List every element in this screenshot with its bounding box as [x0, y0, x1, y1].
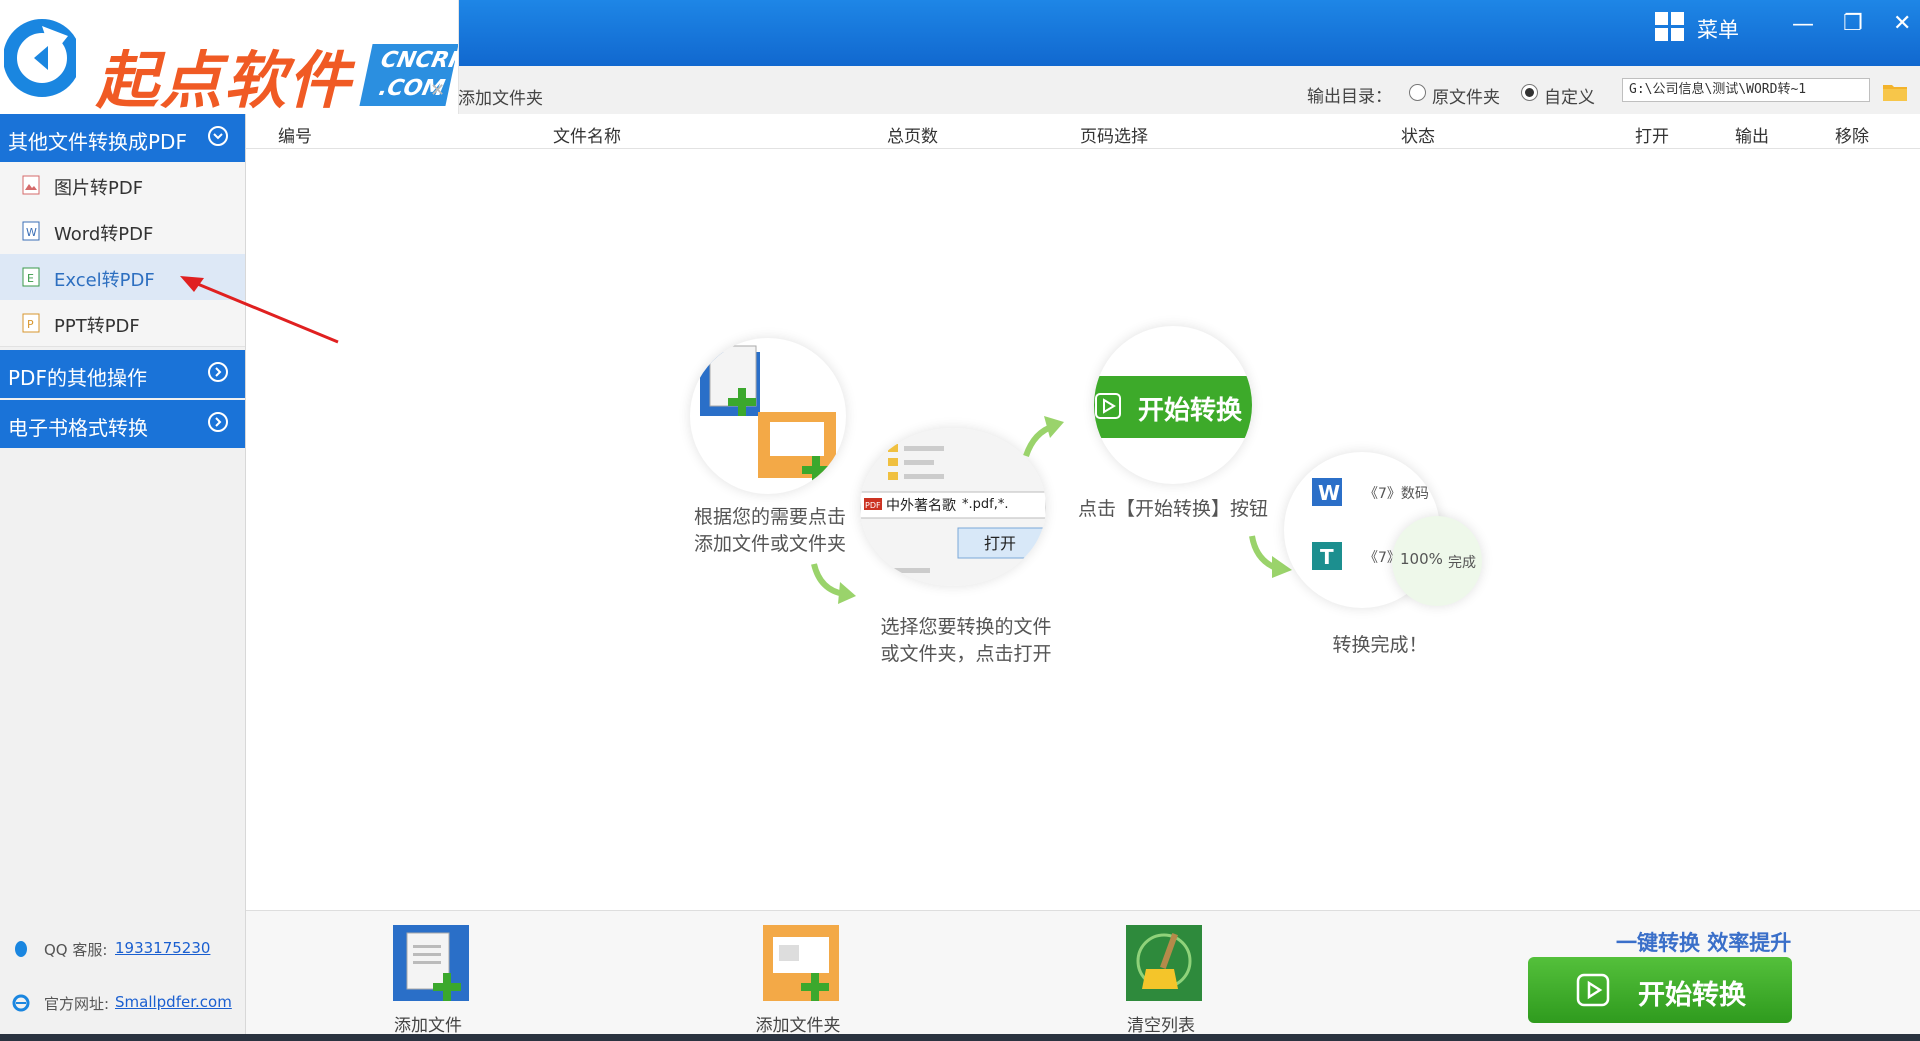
qq-icon — [15, 941, 27, 957]
svg-text:T: T — [1320, 545, 1334, 569]
logo-close-icon: ✕ — [430, 80, 446, 101]
output-dir-label: 输出目录： — [1307, 87, 1392, 107]
col-remove: 移除 — [1835, 127, 1869, 147]
col-output: 输出 — [1735, 127, 1769, 147]
os-taskbar — [0, 1034, 1920, 1041]
sidebar-item-label: PPT转PDF — [54, 316, 140, 337]
ie-browser-icon — [12, 994, 30, 1012]
qq-link[interactable]: 1933175230 — [115, 939, 210, 957]
step2-text: 选择您要转换的文件 或文件夹，点击打开 — [880, 616, 1052, 665]
svg-text:W: W — [1318, 481, 1340, 505]
category-ebook-convert[interactable]: 电子书格式转换 — [0, 400, 245, 448]
browse-folder-icon[interactable] — [1882, 82, 1908, 102]
category-label: 电子书格式转换 — [8, 416, 148, 440]
col-total-pages: 总页数 — [887, 127, 938, 147]
image-file-icon — [22, 175, 40, 195]
step4-progress: 100% 完成 — [1392, 516, 1482, 606]
brand-badge-top: CNCRK — [378, 48, 459, 73]
step4-done: 完成 — [1448, 555, 1476, 571]
annotation-arrow — [180, 276, 339, 344]
radio-original-folder[interactable] — [1409, 84, 1426, 101]
svg-text:P: P — [27, 318, 34, 331]
qq-support: QQ 客服: 1933175230 — [0, 934, 245, 964]
add-file-folder-icon — [700, 345, 836, 484]
step3-btn-label: 开始转换 — [1138, 396, 1243, 426]
ppt-file-icon: P — [22, 313, 40, 333]
clear-list-label: 清空列表 — [1127, 1016, 1195, 1036]
logo-swirl-icon — [4, 19, 76, 97]
sidebar-item-label: Word转PDF — [54, 224, 154, 245]
play-icon — [1576, 973, 1610, 1007]
radio-original-label: 原文件夹 — [1432, 88, 1500, 108]
official-site: 官方网址: Smallpdfer.com — [0, 988, 245, 1018]
qq-label: QQ 客服: — [44, 941, 108, 959]
step4-pct: 100% — [1400, 550, 1443, 568]
step2-ext: *.pdf,*. — [962, 497, 1008, 512]
step2-open: 打开 — [984, 534, 1016, 553]
start-convert-button[interactable]: 开始转换 — [1528, 957, 1792, 1023]
col-status: 状态 — [1401, 127, 1435, 147]
col-filename: 文件名称 — [553, 127, 621, 147]
excel-file-icon: E — [22, 267, 40, 287]
step2-circle: PDF 中外著名歌 *.pdf,*. 打开 — [860, 428, 1046, 586]
play-icon — [1095, 393, 1121, 419]
minimize-button[interactable]: — — [1792, 12, 1814, 37]
add-file-label: 添加文件 — [394, 1016, 462, 1036]
col-open: 打开 — [1635, 127, 1669, 147]
guide-arrow-icon — [811, 563, 856, 604]
category-other-to-pdf[interactable]: 其他文件转换成PDF — [0, 114, 245, 162]
site-link[interactable]: Smallpdfer.com — [115, 993, 232, 1011]
sidebar: 其他文件转换成PDF 图片转PDF W Word转PDF E Excel转PDF… — [0, 114, 246, 1034]
step3-circle: 开始转换 — [1094, 326, 1252, 484]
step3-text: 点击【开始转换】按钮 — [1077, 498, 1268, 520]
category-label: PDF的其他操作 — [8, 366, 147, 390]
step1-circle — [690, 338, 846, 494]
add-folder-label: 添加文件夹 — [755, 1016, 841, 1036]
menu-button[interactable]: 菜单 — [1697, 14, 1739, 44]
step2-file: 中外著名歌 — [886, 498, 956, 514]
svg-text:E: E — [27, 272, 34, 285]
menu-grid-icon[interactable] — [1655, 12, 1685, 42]
sidebar-item-image-to-pdf[interactable]: 图片转PDF — [0, 162, 245, 209]
sidebar-item-word-to-pdf[interactable]: W Word转PDF — [0, 208, 245, 255]
file-table-header: 编号 文件名称 总页数 页码选择 状态 打开 输出 移除 — [246, 114, 1920, 149]
bottom-toolbar: 添加文件 添加文件夹 清空列表 一键转换 效率提升 开始转换 — [246, 910, 1920, 1036]
add-file-icon — [393, 925, 469, 1001]
chevron-down-icon — [208, 126, 228, 146]
output-path-input[interactable]: G:\公司信息\测试\WORD转~1 — [1622, 78, 1870, 102]
add-folder-button[interactable]: 添加文件夹 — [733, 917, 863, 1036]
radio-custom-label: 自定义 — [1544, 88, 1595, 108]
add-folder-icon — [763, 925, 839, 1001]
step3-start-illustration: 开始转换 — [1094, 376, 1252, 438]
start-convert-label: 开始转换 — [1638, 980, 1746, 1011]
brand-logo: 起点软件 CNCRK .COM ✕ — [0, 0, 459, 114]
open-dialog-illustration: PDF 中外著名歌 *.pdf,*. 打开 — [860, 428, 1046, 586]
guide-arrow-icon — [1023, 416, 1064, 458]
broom-icon — [1126, 925, 1202, 1001]
step1-text: 根据您的需要点击 添加文件或文件夹 — [693, 506, 846, 555]
brand-name: 起点软件 — [96, 44, 353, 114]
step4-text: 转换完成！ — [1332, 634, 1428, 656]
chevron-right-icon — [208, 412, 228, 432]
word-file-icon: W — [22, 221, 40, 241]
col-index: 编号 — [278, 127, 312, 147]
site-label: 官方网址: — [44, 995, 110, 1013]
clear-list-button[interactable]: 清空列表 — [1096, 917, 1226, 1036]
sidebar-item-label: Excel转PDF — [54, 270, 155, 291]
step4-row1: 《7》数码 — [1364, 486, 1429, 502]
slogan-text: 一键转换 效率提升 — [1616, 931, 1792, 955]
category-label: 其他文件转换成PDF — [8, 130, 187, 154]
svg-text:W: W — [26, 226, 37, 239]
col-page-select: 页码选择 — [1080, 127, 1148, 147]
restore-button[interactable]: ❐ — [1843, 11, 1863, 36]
toolbar-add-folder[interactable]: 添加文件夹 — [458, 84, 543, 109]
chevron-right-icon — [208, 362, 228, 382]
svg-text:PDF: PDF — [865, 501, 881, 510]
radio-custom-folder[interactable] — [1521, 84, 1538, 101]
close-button[interactable]: ✕ — [1893, 11, 1911, 36]
sidebar-item-label: 图片转PDF — [54, 178, 144, 199]
add-file-button[interactable]: 添加文件 — [363, 917, 493, 1036]
category-pdf-other-ops[interactable]: PDF的其他操作 — [0, 350, 245, 398]
